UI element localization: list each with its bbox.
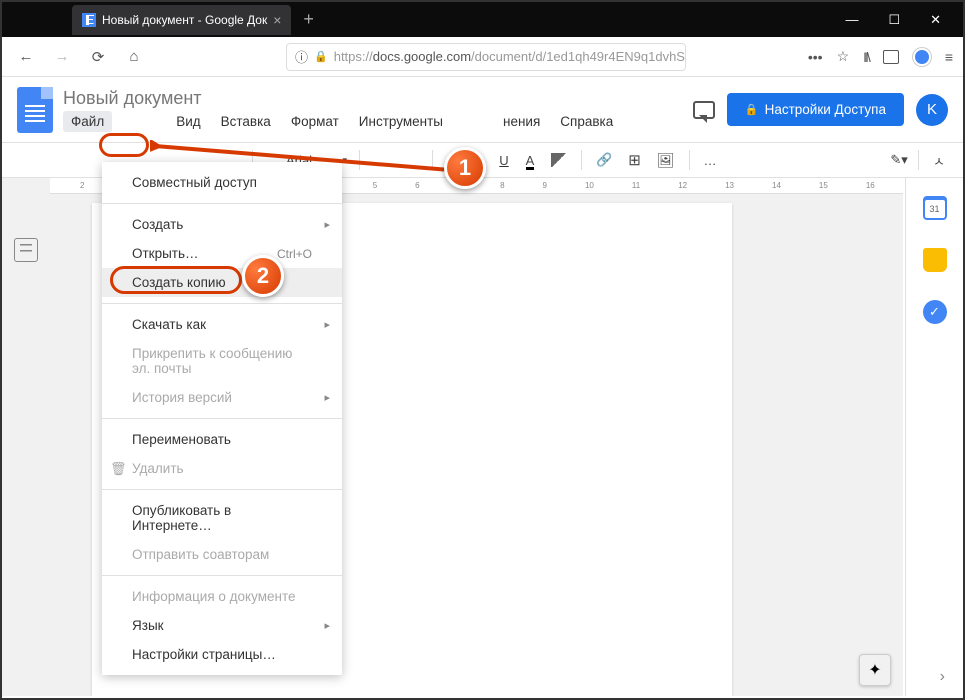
close-tab-icon[interactable]: × [273,12,281,28]
annotation-highlight-make-copy [110,266,242,294]
side-panel-collapse-icon[interactable]: › [940,668,945,686]
menu-item-page-setup[interactable]: Настройки страницы… [102,640,342,669]
menu-insert[interactable]: Вставка [213,111,279,132]
menu-bar: Файл Вид Вставка Формат Инструменты нени… [63,111,683,132]
url-text: https://docs.google.com/document/d/1ed1q… [334,49,685,64]
underline-button[interactable]: U [493,149,515,172]
menu-item-delete: 🗑 Удалить [102,454,342,483]
tab-title: Новый документ - Google Док [102,13,267,27]
comment-button[interactable]: ⊞ [622,147,647,173]
menu-tools[interactable]: Инструменты [351,111,451,132]
lock-icon: 🔒 [745,103,759,116]
menu-addons[interactable]: нения [495,111,548,132]
menu-help[interactable]: Справка [552,111,621,132]
side-panel [905,178,963,696]
explore-button[interactable]: ✦ [859,654,891,686]
document-title[interactable]: Новый документ [63,88,683,109]
menu-item-rename[interactable]: Переименовать [102,425,342,454]
tasks-addon-icon[interactable] [923,300,947,324]
docs-favicon [82,13,96,27]
docs-logo[interactable] [17,87,53,133]
library-icon[interactable]: II\ [863,49,869,65]
close-window-button[interactable]: ✕ [930,12,941,28]
menu-item-email-attach: Прикрепить к сообщению эл. почты [102,339,342,383]
lock-icon: 🔒 [314,50,328,63]
sidebar-icon[interactable] [883,50,899,64]
home-button[interactable]: ⌂ [120,43,148,71]
image-button[interactable]: 🖼 [651,148,681,173]
file-menu-dropdown: Совместный доступ Создать Открыть… Ctrl+… [102,162,342,675]
url-bar[interactable]: ⓘ 🔒 https://docs.google.com/document/d/1… [286,43,686,71]
browser-nav-bar: ← → ⟳ ⌂ ⓘ 🔒 https://docs.google.com/docu… [2,37,963,77]
forward-button[interactable]: → [48,43,76,71]
minimize-button[interactable]: — [845,12,858,27]
menu-item-new[interactable]: Создать [102,210,342,239]
annotation-arrow [150,140,460,180]
outline-toggle-icon[interactable] [14,238,38,262]
menu-item-doc-info: Информация о документе [102,582,342,611]
collapse-toolbar-button[interactable]: ㅅ [927,147,951,174]
trash-icon: 🗑 [110,461,127,477]
account-icon[interactable] [913,48,931,66]
new-tab-button[interactable]: + [291,9,326,30]
comments-icon[interactable] [693,101,715,119]
window-controls: — ☐ ✕ [845,2,963,37]
menu-file[interactable]: Файл [63,111,112,132]
menu-item-language[interactable]: Язык [102,611,342,640]
link-button[interactable]: 🔗 [590,148,618,172]
browser-menu-icon[interactable]: ≡ [945,49,953,65]
menu-format[interactable]: Формат [283,111,347,132]
annotation-highlight-file [99,133,149,157]
maximize-button[interactable]: ☐ [888,12,900,28]
editing-mode-button[interactable]: ✎ ▾ [888,151,910,169]
annotation-badge-1: 1 [444,147,486,189]
menu-item-download-as[interactable]: Скачать как [102,310,342,339]
menu-item-publish[interactable]: Опубликовать в Интернете… [102,496,342,540]
bookmark-icon[interactable]: ☆ [837,48,850,65]
reload-button[interactable]: ⟳ [84,43,112,71]
user-avatar[interactable]: K [916,94,948,126]
text-color-button[interactable]: A [519,149,541,172]
menu-item-open[interactable]: Открыть… Ctrl+O [102,239,342,268]
page-info-icon[interactable]: ⓘ [295,47,308,66]
keep-addon-icon[interactable] [923,248,947,272]
page-actions-icon[interactable]: ••• [808,49,823,65]
browser-tab[interactable]: Новый документ - Google Док × [72,5,291,35]
menu-item-version-history: История версий [102,383,342,412]
more-button[interactable]: … [698,149,723,172]
docs-header: Новый документ Файл Вид Вставка Формат И… [2,77,963,142]
share-button[interactable]: 🔒 Настройки Доступа [727,93,904,126]
browser-tab-strip: Новый документ - Google Док × + — ☐ ✕ [2,2,963,37]
menu-view[interactable]: Вид [168,111,208,132]
back-button[interactable]: ← [12,43,40,71]
calendar-addon-icon[interactable] [923,196,947,220]
annotation-badge-2: 2 [242,255,284,297]
menu-item-email-collaborators: Отправить соавторам [102,540,342,569]
highlight-button[interactable] [545,149,573,171]
